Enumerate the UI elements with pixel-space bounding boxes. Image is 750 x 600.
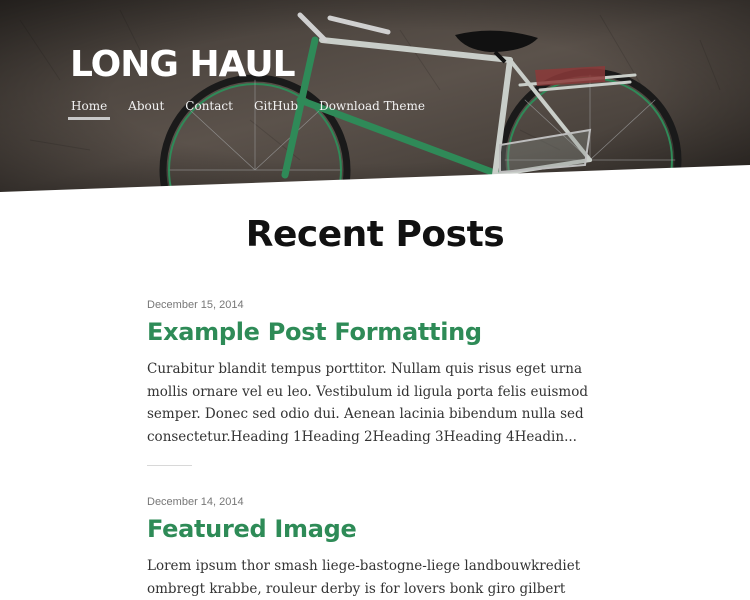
post-excerpt: Lorem ipsum thor smash liege-bastogne-li… [147,558,581,597]
post-divider [147,465,192,466]
post-title-link[interactable]: Example Post Formatting [147,316,597,348]
post-date: December 14, 2014 [147,496,244,508]
nav-item-contact[interactable]: Contact [182,98,236,114]
post-item: December 15, 2014 Example Post Formattin… [147,298,597,448]
page-title: Recent Posts [245,214,505,255]
post-excerpt: Curabitur blandit tempus porttitor. Null… [147,361,588,445]
post-date: December 15, 2014 [147,299,244,311]
site-title[interactable]: LONG HAUL [70,40,296,90]
post-title-link[interactable]: Featured Image [147,513,597,545]
site-header: LONG HAUL Home About Contact GitHub Down… [0,0,750,192]
nav-item-github[interactable]: GitHub [251,98,301,114]
nav-item-about[interactable]: About [125,98,167,114]
main-nav: Home About Contact GitHub Download Theme [68,95,443,120]
nav-item-download-theme[interactable]: Download Theme [316,98,428,114]
post-item: December 14, 2014 Featured Image Lorem i… [147,495,597,600]
nav-item-home[interactable]: Home [68,98,111,120]
